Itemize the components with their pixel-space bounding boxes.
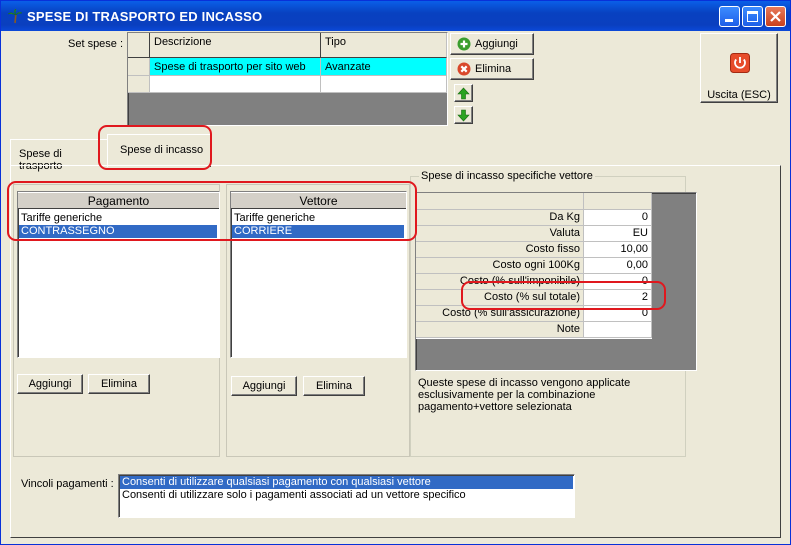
row-indicator bbox=[128, 58, 150, 76]
exit-label: Uscita (ESC) bbox=[707, 89, 771, 101]
vettore-panel: Vettore Tariffe generiche CORRIERE Aggiu… bbox=[226, 184, 410, 457]
list-item-selected[interactable]: CONTRASSEGNO bbox=[19, 225, 217, 238]
cell-note[interactable] bbox=[584, 322, 652, 338]
column-header-tipo[interactable]: Tipo bbox=[321, 33, 447, 58]
incasso-group-title: Spese di incasso specifiche vettore bbox=[419, 170, 595, 182]
row-label-costo-fisso: Costo fisso bbox=[416, 242, 584, 258]
plus-icon bbox=[457, 37, 471, 51]
exit-button[interactable]: Uscita (ESC) bbox=[700, 33, 778, 103]
title-bar: SPESE DI TRASPORTO ED INCASSO bbox=[1, 1, 790, 31]
list-item[interactable]: Tariffe generiche bbox=[232, 212, 404, 225]
list-item-selected[interactable]: CORRIERE bbox=[232, 225, 404, 238]
grid-corner bbox=[128, 33, 150, 58]
delete-pagamento-button[interactable]: Elimina bbox=[88, 374, 150, 394]
list-item[interactable]: Tariffe generiche bbox=[19, 212, 217, 225]
row-label-costo-assicurazione: Costo (% sull'assicurazione) bbox=[416, 306, 584, 322]
cell-costo-100kg[interactable]: 0,00 bbox=[584, 258, 652, 274]
vincoli-option[interactable]: Consenti di utilizzare solo i pagamenti … bbox=[120, 489, 573, 502]
vettore-list[interactable]: Vettore Tariffe generiche CORRIERE bbox=[230, 191, 407, 358]
tab-spese-incasso[interactable]: Spese di incasso bbox=[107, 134, 211, 167]
delete-icon bbox=[457, 62, 471, 76]
cell-costo-assicurazione[interactable]: 0 bbox=[584, 306, 652, 322]
add-vettore-button[interactable]: Aggiungi bbox=[231, 376, 297, 396]
tab-label: Spese di incasso bbox=[120, 144, 204, 156]
vincoli-option-selected[interactable]: Consenti di utilizzare qualsiasi pagamen… bbox=[120, 476, 573, 489]
row-label-costo-imponibile: Costo (% sull'imponibile) bbox=[416, 274, 584, 290]
delete-set-label: Elimina bbox=[475, 63, 512, 75]
cell-costo-totale[interactable]: 2 bbox=[584, 290, 652, 306]
row-label-costo-totale: Costo (% sul totale) bbox=[416, 290, 584, 306]
grid-header bbox=[416, 193, 584, 210]
arrow-down-icon bbox=[457, 109, 470, 122]
pagamento-header: Pagamento bbox=[18, 192, 219, 209]
add-set-label: Aggiungi bbox=[475, 38, 518, 50]
table-cell-empty[interactable] bbox=[150, 76, 321, 93]
tab-spese-trasporto[interactable]: Spese di trasporto bbox=[10, 139, 108, 172]
client-area: Set spese : Descrizione Tipo Spese di tr… bbox=[4, 31, 788, 542]
move-down-button[interactable] bbox=[454, 106, 473, 124]
pagamento-list[interactable]: Pagamento Tariffe generiche CONTRASSEGNO bbox=[17, 191, 220, 358]
row-label-costo-100kg: Costo ogni 100Kg bbox=[416, 258, 584, 274]
set-spese-grid[interactable]: Descrizione Tipo Spese di trasporto per … bbox=[127, 32, 448, 126]
maximize-button[interactable] bbox=[742, 6, 763, 27]
close-button[interactable] bbox=[765, 6, 786, 27]
cell-costo-imponibile[interactable]: 0 bbox=[584, 274, 652, 290]
power-icon bbox=[730, 53, 750, 73]
palm-tree-icon bbox=[7, 8, 23, 24]
minimize-button[interactable] bbox=[719, 6, 740, 27]
table-cell-descrizione[interactable]: Spese di trasporto per sito web bbox=[150, 58, 321, 76]
table-cell-tipo[interactable]: Avanzate bbox=[321, 58, 447, 76]
move-up-button[interactable] bbox=[454, 84, 473, 102]
row-label-valuta: Valuta bbox=[416, 226, 584, 242]
arrow-up-icon bbox=[457, 87, 470, 100]
row-label-note: Note bbox=[416, 322, 584, 338]
grid-header bbox=[584, 193, 652, 210]
row-indicator bbox=[128, 76, 150, 93]
vettore-header: Vettore bbox=[231, 192, 406, 209]
set-spese-label: Set spese : bbox=[68, 38, 124, 50]
cell-costo-fisso[interactable]: 10,00 bbox=[584, 242, 652, 258]
cell-valuta[interactable]: EU bbox=[584, 226, 652, 242]
delete-set-button[interactable]: Elimina bbox=[450, 58, 534, 80]
tab-bar: Spese di trasporto Spese di incasso bbox=[10, 134, 211, 172]
add-pagamento-button[interactable]: Aggiungi bbox=[17, 374, 83, 394]
vincoli-list[interactable]: Consenti di utilizzare qualsiasi pagamen… bbox=[118, 474, 575, 518]
vincoli-label: Vincoli pagamenti : bbox=[21, 478, 114, 490]
cell-da-kg[interactable]: 0 bbox=[584, 210, 652, 226]
row-label-da-kg: Da Kg bbox=[416, 210, 584, 226]
pagamento-panel: Pagamento Tariffe generiche CONTRASSEGNO… bbox=[13, 184, 220, 457]
incasso-grid[interactable]: Da Kg 0 Valuta EU Costo fisso 10,00 Cost… bbox=[415, 192, 697, 371]
incasso-note: Queste spese di incasso vengono applicat… bbox=[418, 377, 631, 413]
main-window: SPESE DI TRASPORTO ED INCASSO Set spese … bbox=[0, 0, 791, 545]
table-cell-empty[interactable] bbox=[321, 76, 447, 93]
minimize-icon bbox=[725, 19, 733, 22]
close-icon bbox=[770, 11, 781, 22]
column-header-descrizione[interactable]: Descrizione bbox=[150, 33, 321, 58]
delete-vettore-button[interactable]: Elimina bbox=[303, 376, 365, 396]
maximize-icon bbox=[747, 11, 758, 22]
add-set-button[interactable]: Aggiungi bbox=[450, 33, 534, 55]
window-title: SPESE DI TRASPORTO ED INCASSO bbox=[27, 9, 263, 24]
